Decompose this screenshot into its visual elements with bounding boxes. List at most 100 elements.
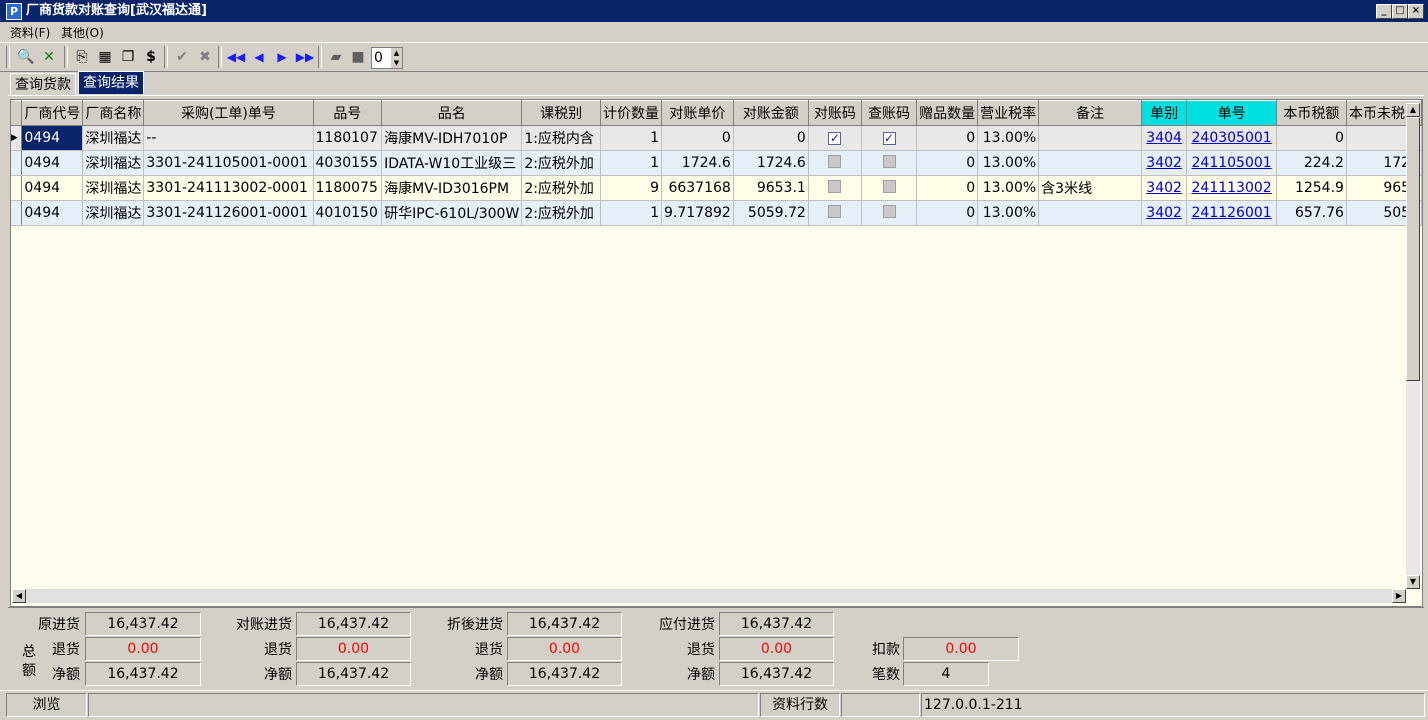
table-cell[interactable]: 深圳福达: [82, 175, 145, 201]
table-cell[interactable]: 0: [916, 200, 979, 226]
table-cell[interactable]: 1724.6: [661, 150, 734, 176]
checkbox-icon[interactable]: [828, 179, 842, 193]
doc-link[interactable]: 3402: [1141, 175, 1188, 201]
money-icon[interactable]: $: [141, 47, 161, 67]
table-cell[interactable]: 0494: [21, 175, 84, 201]
table-row[interactable]: 0494 深圳福达 3301-241105001-0001 4030155 IDATA-…: [11, 150, 1422, 176]
col-header[interactable]: 单号: [1186, 100, 1277, 126]
horizontal-scrollbar[interactable]: ◀ ▶: [12, 589, 1406, 603]
duplicate-icon[interactable]: ❐: [118, 47, 138, 67]
table-cell[interactable]: 0: [916, 150, 979, 176]
table-cell[interactable]: 13.00%: [977, 175, 1040, 201]
table-cell[interactable]: 3301-241105001-0001: [143, 150, 314, 176]
checkbox-icon[interactable]: [828, 204, 842, 218]
doc-link[interactable]: 3402: [1141, 150, 1188, 176]
close-button[interactable]: ×: [1408, 4, 1424, 19]
doc-link[interactable]: 3402: [1141, 200, 1188, 226]
checkbox-icon[interactable]: [882, 204, 896, 218]
table-cell[interactable]: 2:应税外加: [521, 150, 601, 176]
col-header[interactable]: 备注: [1038, 100, 1142, 126]
table-cell[interactable]: 1180107: [313, 125, 383, 151]
table-cell[interactable]: 2:应税外加: [521, 175, 601, 201]
checkbox-icon[interactable]: [882, 179, 896, 193]
preview-icon[interactable]: 🔍: [16, 47, 36, 67]
table-cell[interactable]: 0: [733, 125, 809, 151]
table-cell[interactable]: [808, 150, 862, 176]
col-header[interactable]: 对账金额: [733, 100, 809, 126]
col-header[interactable]: 厂商名称: [82, 100, 145, 126]
table-cell[interactable]: 深圳福达: [82, 125, 145, 151]
table-cell[interactable]: [1038, 200, 1142, 226]
vertical-scroll-thumb[interactable]: [1406, 117, 1420, 381]
table-row[interactable]: 0494 深圳福达 3301-241126001-0001 4010150 研华IPC-…: [11, 200, 1422, 226]
minimize-button[interactable]: _: [1376, 4, 1392, 19]
spinner-up-icon[interactable]: ▲: [391, 48, 402, 58]
table-cell[interactable]: 4030155: [313, 150, 383, 176]
table-cell[interactable]: ✓: [808, 125, 862, 151]
table-cell[interactable]: 0494: [21, 200, 84, 226]
result-grid[interactable]: 厂商代号 厂商名称 采购(工单)单号 品号 品名 课税别 计价数量 对账单价 对…: [10, 99, 1423, 607]
table-cell[interactable]: 含3米线: [1038, 175, 1142, 201]
table-cell[interactable]: 0: [916, 175, 979, 201]
table-cell[interactable]: 1254.9: [1276, 175, 1347, 201]
table-cell[interactable]: [1038, 125, 1142, 151]
checkbox-icon[interactable]: [882, 154, 896, 168]
doc-link[interactable]: 241113002: [1186, 175, 1277, 201]
col-header[interactable]: 单别: [1141, 100, 1188, 126]
row-indicator[interactable]: [11, 175, 23, 201]
scroll-left-icon[interactable]: ◀: [12, 589, 26, 603]
col-header[interactable]: 课税别: [521, 100, 601, 126]
table-cell[interactable]: 13.00%: [977, 150, 1040, 176]
table-cell[interactable]: 0: [1276, 125, 1347, 151]
menu-item-other[interactable]: 其他(O): [61, 24, 104, 41]
table-cell[interactable]: 9.717892: [661, 200, 734, 226]
doc-link[interactable]: 3404: [1141, 125, 1188, 151]
table-cell[interactable]: IDATA-W10工业级三: [381, 150, 523, 176]
excel-icon[interactable]: ✕: [39, 47, 59, 67]
col-header[interactable]: 计价数量: [600, 100, 662, 126]
doc-link[interactable]: 241105001: [1186, 150, 1277, 176]
table-cell[interactable]: 5059.72: [733, 200, 809, 226]
current-row-indicator-icon[interactable]: ▶: [11, 125, 23, 151]
tab-query-result[interactable]: 查询结果: [78, 71, 144, 94]
table-cell[interactable]: 0494: [21, 150, 84, 176]
table-cell[interactable]: 6637168: [661, 175, 734, 201]
spinner-down-icon[interactable]: ▼: [391, 58, 402, 68]
col-header[interactable]: 对账单价: [661, 100, 734, 126]
table-cell[interactable]: 0: [916, 125, 979, 151]
col-header[interactable]: 品名: [381, 100, 523, 126]
col-header[interactable]: 厂商代号: [21, 100, 84, 126]
table-cell[interactable]: [861, 200, 918, 226]
table-cell[interactable]: 海康MV-IDH7010P: [381, 125, 523, 151]
table-cell[interactable]: 3301-241113002-0001: [143, 175, 314, 201]
last-record-icon[interactable]: ▶▶: [295, 47, 315, 67]
checked-checkbox-icon[interactable]: ✓: [828, 132, 842, 145]
page-spinner[interactable]: 0 ▲ ▼: [371, 47, 403, 69]
edit-icon[interactable]: ▰: [326, 47, 346, 67]
table-cell[interactable]: 深圳福达: [82, 150, 145, 176]
table-cell[interactable]: 深圳福达: [82, 200, 145, 226]
next-record-icon[interactable]: ▶: [272, 47, 292, 67]
grid-icon[interactable]: ▦: [95, 47, 115, 67]
scroll-up-icon[interactable]: ▲: [1406, 103, 1420, 117]
row-indicator[interactable]: [11, 200, 23, 226]
table-cell[interactable]: 1180075: [313, 175, 383, 201]
col-header[interactable]: 营业税率: [977, 100, 1040, 126]
table-cell[interactable]: 1: [600, 200, 662, 226]
scroll-down-icon[interactable]: ▼: [1406, 575, 1420, 589]
table-cell[interactable]: 3301-241126001-0001: [143, 200, 314, 226]
table-cell[interactable]: [808, 175, 862, 201]
table-cell[interactable]: 研华IPC-610L/300W: [381, 200, 523, 226]
stop-icon[interactable]: ■: [348, 47, 368, 67]
table-cell[interactable]: 657.76: [1276, 200, 1347, 226]
col-header[interactable]: 查账码: [861, 100, 918, 126]
checkbox-icon[interactable]: [828, 154, 842, 168]
table-cell[interactable]: 9: [600, 175, 662, 201]
doc-link[interactable]: 240305001: [1186, 125, 1277, 151]
table-cell[interactable]: 0: [661, 125, 734, 151]
table-row[interactable]: ▶ 0494 深圳福达 -- 1180107 海康MV-IDH7010P 1:应税内含 1 0 0…: [11, 125, 1422, 151]
table-cell[interactable]: 13.00%: [977, 125, 1040, 151]
table-cell[interactable]: [861, 175, 918, 201]
maximize-button[interactable]: □: [1392, 4, 1408, 19]
menu-item-data[interactable]: 资料(F): [10, 24, 50, 41]
